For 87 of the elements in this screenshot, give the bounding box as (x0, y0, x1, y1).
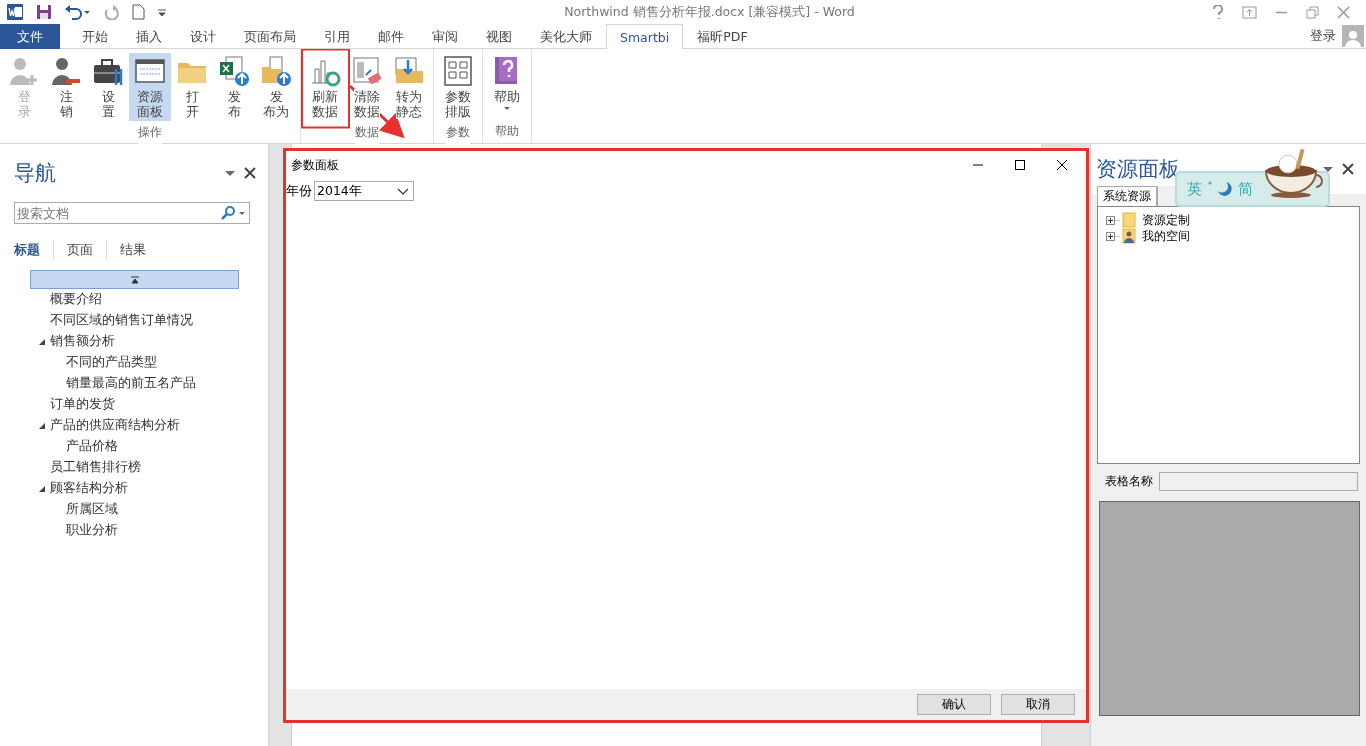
ribbon-button[interactable]: 帮助 (486, 53, 528, 120)
heading-item[interactable]: 概要介绍 (50, 291, 102, 308)
heading-item[interactable]: 销售额分析 (50, 333, 115, 350)
heading-item[interactable]: 订单的发货 (50, 396, 115, 413)
avatar-icon[interactable] (1342, 25, 1364, 47)
ribbon-tab[interactable]: 引用 (310, 24, 364, 49)
minimize-icon (1275, 10, 1288, 14)
restore-icon (1306, 5, 1319, 19)
new-document-icon (131, 4, 145, 20)
help-icon (1212, 4, 1224, 20)
heading-item[interactable]: 职业分析 (66, 522, 118, 539)
user-minus-icon (50, 55, 82, 87)
ribbon-button[interactable]: 发 布为 (255, 53, 297, 121)
folder-icon (1122, 212, 1136, 228)
redo-icon (103, 4, 119, 20)
close-icon (1056, 159, 1068, 171)
ribbon-button[interactable]: 打 开 (171, 53, 213, 121)
heading-item[interactable]: 不同区域的销售订单情况 (50, 312, 193, 329)
heading-item[interactable]: 顾客结构分析 (50, 480, 128, 497)
ribbon-tab[interactable]: 审阅 (418, 24, 472, 49)
file-tab[interactable]: 文件 (0, 24, 60, 49)
resource-tree[interactable]: 资源定制 我的空间 (1097, 206, 1360, 464)
pane-tab[interactable]: 页面 (54, 240, 107, 260)
ribbon-button[interactable]: 转为 静态 (388, 53, 430, 121)
ribbon-button[interactable]: 参数 排版 (437, 53, 479, 121)
ribbon-tab[interactable]: 页面布局 (230, 24, 310, 49)
user-plus-icon (8, 55, 40, 87)
ribbon-display-icon (1242, 5, 1257, 19)
collapse-icon (129, 275, 140, 284)
window-title: Northwind 销售分析年报.docx [兼容模式] - Word (563, 3, 856, 21)
field-label: 表格名称 (1105, 473, 1153, 490)
sheet-eraser-icon (351, 55, 383, 87)
dropdown-icon (1322, 165, 1334, 173)
close-icon (244, 167, 256, 179)
heading-item[interactable]: 产品的供应商结构分析 (50, 417, 180, 434)
ribbon-tab[interactable]: 邮件 (364, 24, 418, 49)
ribbon-tab[interactable]: 开始 (68, 24, 122, 49)
dropdown-icon (239, 211, 245, 215)
ribbon-tab[interactable]: 美化大师 (526, 24, 606, 49)
customize-menu-icon (157, 7, 167, 17)
pane-tab[interactable]: 标题 (14, 240, 54, 260)
ribbon-button[interactable]: 资源 面板 (129, 53, 171, 121)
dialog-button[interactable]: 取消 (1001, 694, 1075, 715)
tree-item[interactable]: 资源定制 (1142, 211, 1190, 229)
user-folder-icon (1122, 228, 1136, 244)
close-icon (1337, 5, 1350, 19)
pane-tab[interactable]: 系统资源 (1097, 186, 1157, 206)
ribbon-tab[interactable]: 设计 (176, 24, 230, 49)
dropdown-icon (224, 169, 236, 177)
ribbon-tab[interactable]: 视图 (472, 24, 526, 49)
ribbon-tab[interactable]: 插入 (122, 24, 176, 49)
heading-item[interactable]: 员工销售排行榜 (50, 459, 141, 476)
pane-tab[interactable] (1157, 186, 1175, 206)
table-name-field[interactable] (1159, 472, 1358, 491)
field-label: 年份 (286, 182, 312, 200)
search-icon (221, 206, 235, 220)
heading-item[interactable]: 产品价格 (66, 438, 118, 455)
heading-item[interactable]: 所属区域 (66, 501, 118, 518)
ribbon-tab[interactable]: 福昕PDF (683, 24, 762, 49)
spreadsheet-upload-icon (218, 55, 250, 87)
sign-in-link[interactable]: 登录 (1310, 27, 1336, 45)
moon-icon (1208, 180, 1232, 198)
ribbon-button[interactable]: 发 布 (213, 53, 255, 121)
pane-title: 资源面板 (1096, 156, 1180, 183)
ribbon-button[interactable]: 清除 数据 (346, 53, 388, 121)
dialog-button[interactable]: 确认 (917, 694, 991, 715)
heading-item[interactable]: 不同的产品类型 (66, 354, 157, 371)
ribbon-tab[interactable]: Smartbi (606, 24, 684, 49)
year-dropdown[interactable]: 2014年 (314, 181, 414, 201)
ribbon-button[interactable]: 注 销 (45, 53, 87, 121)
tree-item[interactable]: 我的空间 (1142, 227, 1190, 245)
heading-item[interactable]: 销量最高的前五名产品 (66, 375, 196, 392)
search-box[interactable]: 搜索文档 (14, 202, 250, 224)
maximize-icon (1014, 159, 1026, 171)
grid-layout-icon (442, 55, 474, 87)
folder-upload-icon (260, 55, 292, 87)
undo-icon (64, 3, 91, 21)
pane-tab[interactable]: 结果 (107, 240, 159, 260)
save-icon (36, 4, 52, 20)
ribbon-button[interactable]: 刷新 数据 (304, 53, 346, 121)
selected-heading-bar[interactable] (30, 270, 239, 289)
ribbon-button[interactable]: 设 置 (87, 53, 129, 121)
word-logo-icon (6, 3, 24, 21)
chevron-down-icon (397, 187, 409, 195)
pane-title: 导航 (14, 160, 57, 187)
close-icon (1342, 163, 1354, 175)
dialog-title: 参数面板 (291, 156, 340, 174)
